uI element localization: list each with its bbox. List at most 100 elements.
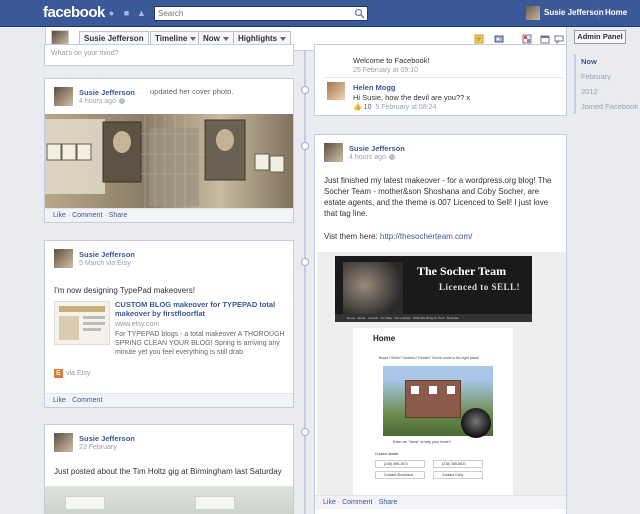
link-domain: www.etsy.com: [115, 321, 160, 328]
life-event-icon[interactable]: [540, 34, 550, 44]
author-name[interactable]: Susie Jefferson: [79, 434, 135, 443]
etsy-post: Susie Jefferson 5 March via Etsy I'm now…: [44, 240, 294, 408]
admin-panel-button[interactable]: Admin Panel: [574, 30, 626, 44]
share-link[interactable]: Share: [379, 499, 398, 506]
site-content: Home Buyer? Seller? Investor? Renter? Yo…: [353, 328, 513, 500]
post-meta[interactable]: 5 March via Etsy: [79, 260, 131, 267]
welcome-time[interactable]: 25 February at 09:10: [353, 67, 418, 74]
globe-icon: [118, 98, 125, 104]
now-label: Now: [203, 34, 220, 43]
author-avatar[interactable]: [54, 249, 73, 268]
composer-card: What's on your mind?: [44, 44, 294, 66]
friend-requests-icon[interactable]: ●: [106, 8, 117, 18]
site-nav: Home About Contact For Sale Our Listings…: [335, 314, 532, 322]
post-actions: Like · Comment · Share: [45, 208, 293, 222]
post-time[interactable]: 4 hours ago: [79, 98, 125, 105]
messages-icon[interactable]: ■: [121, 8, 132, 18]
status-icon[interactable]: [474, 34, 484, 44]
post-time[interactable]: 4 hours ago: [349, 154, 395, 161]
site-nav-item: Reviews: [447, 316, 459, 320]
like-link[interactable]: Like: [323, 499, 336, 506]
user-avatar[interactable]: [526, 6, 540, 20]
post-text: Just finished my latest makeover - for a…: [324, 176, 552, 218]
welcome-post: Welcome to Facebook! 25 February at 09:1…: [314, 44, 567, 116]
chevron-down-icon: [190, 36, 197, 41]
divider: [598, 7, 599, 19]
like-count-label: 10: [363, 104, 372, 111]
author-name[interactable]: Susie Jefferson: [349, 144, 405, 153]
post-meta[interactable]: 23 February: [79, 444, 117, 451]
post-actions: Like · Comment: [45, 393, 293, 407]
comment-time[interactable]: 5 February at 08:24: [375, 104, 436, 111]
via-etsy[interactable]: via Etsy: [66, 368, 91, 379]
site-intro: Buyer? Seller? Investor? Renter? You've …: [379, 356, 480, 360]
place-icon[interactable]: [522, 34, 532, 44]
like-link[interactable]: Like: [53, 397, 66, 404]
divider: [323, 77, 563, 78]
search-box: [154, 6, 368, 21]
comment-icon[interactable]: [554, 34, 564, 44]
commenter-name[interactable]: Helen Mogg: [353, 83, 396, 92]
site-contact-label: Contact details: [375, 452, 399, 456]
comment-link[interactable]: Comment: [72, 397, 102, 404]
home-link[interactable]: Home: [605, 8, 627, 17]
author-name[interactable]: Susie Jefferson: [79, 88, 135, 97]
site-heading: Home: [373, 334, 396, 343]
site-nav-item: Contact: [367, 316, 379, 320]
globe-icon: [388, 154, 395, 160]
comment-text: Hi Susie, how the devil are you?? x: [353, 93, 471, 102]
share-link[interactable]: Share: [109, 212, 128, 219]
scrubber-item-2012[interactable]: 2012: [576, 84, 634, 99]
post-action: updated her cover photo.: [150, 87, 234, 96]
tim-holtz-post: Susie Jefferson 23 February Just posted …: [44, 424, 294, 514]
search-input[interactable]: [155, 7, 351, 20]
scrubber-item-february[interactable]: February: [576, 69, 634, 84]
scrubber-item-joined[interactable]: Joined Facebook: [576, 99, 638, 114]
timeline-label: Timeline: [155, 34, 188, 43]
search-icon[interactable]: [354, 8, 365, 19]
scrubber-item-now[interactable]: Now: [576, 54, 634, 69]
site-nav-item: About: [357, 316, 366, 320]
highlights-label: Highlights: [238, 34, 278, 43]
timeline-spine: [304, 51, 306, 514]
commenter-avatar[interactable]: [327, 82, 345, 100]
site-nav-item: For Sale: [380, 316, 392, 320]
visit-line: Vist them here: http://thesocherteam.com…: [324, 231, 472, 242]
link-description: For TYPEPAD blogs - a total makeover A T…: [115, 331, 285, 356]
visit-link[interactable]: http://thesocherteam.com/: [380, 232, 473, 241]
notifications-icon[interactable]: ▲: [136, 8, 147, 18]
cover-photo-post: Susie Jefferson updated her cover photo.…: [44, 78, 294, 223]
top-navigation-bar: facebook ● ■ ▲ Susie Jefferson Home: [0, 0, 640, 27]
site-nav-item: Our Listings: [394, 316, 411, 320]
comment-meta: 👍 10 5 February at 08:24: [353, 103, 436, 111]
profile-link[interactable]: Susie Jefferson: [544, 8, 604, 17]
comment-link[interactable]: Comment: [72, 212, 102, 219]
site-contact: (216) 308-8521: [433, 460, 483, 468]
photo-icon[interactable]: [494, 34, 504, 44]
website-preview[interactable]: The Socher Team Licenced to SELL! Home A…: [317, 252, 566, 506]
cover-photo-image[interactable]: [45, 114, 294, 210]
author-avatar[interactable]: [54, 87, 73, 106]
site-nav-item: What We Bring To You?: [412, 316, 445, 320]
timeline-scrubber: Now February 2012 Joined Facebook: [574, 54, 638, 114]
site-contact: (216) 455-1571: [375, 460, 425, 468]
timeline-dot: [301, 428, 309, 436]
facebook-logo[interactable]: facebook: [43, 4, 105, 21]
composer-placeholder[interactable]: What's on your mind?: [51, 48, 118, 59]
like-link[interactable]: Like: [53, 212, 66, 219]
like-count[interactable]: 👍 10: [353, 104, 371, 111]
post-photo[interactable]: [45, 486, 293, 514]
comment-link[interactable]: Comment: [342, 499, 372, 506]
site-contact: Contact Coby: [433, 471, 483, 479]
post-text: Just posted about the Tim Holtz gig at B…: [54, 467, 282, 476]
site-header: The Socher Team Licenced to SELL! Home A…: [335, 256, 532, 322]
author-avatar[interactable]: [324, 143, 343, 162]
welcome-text: Welcome to Facebook!: [353, 56, 430, 65]
author-avatar[interactable]: [54, 433, 73, 452]
chevron-down-icon: [222, 36, 229, 41]
author-name[interactable]: Susie Jefferson: [79, 250, 135, 259]
link-thumbnail[interactable]: [54, 301, 110, 345]
link-title[interactable]: CUSTOM BLOG makeover for TYPEPAD total m…: [115, 300, 289, 318]
site-title: The Socher Team: [417, 264, 507, 278]
post-time-label: 4 hours ago: [79, 98, 116, 105]
